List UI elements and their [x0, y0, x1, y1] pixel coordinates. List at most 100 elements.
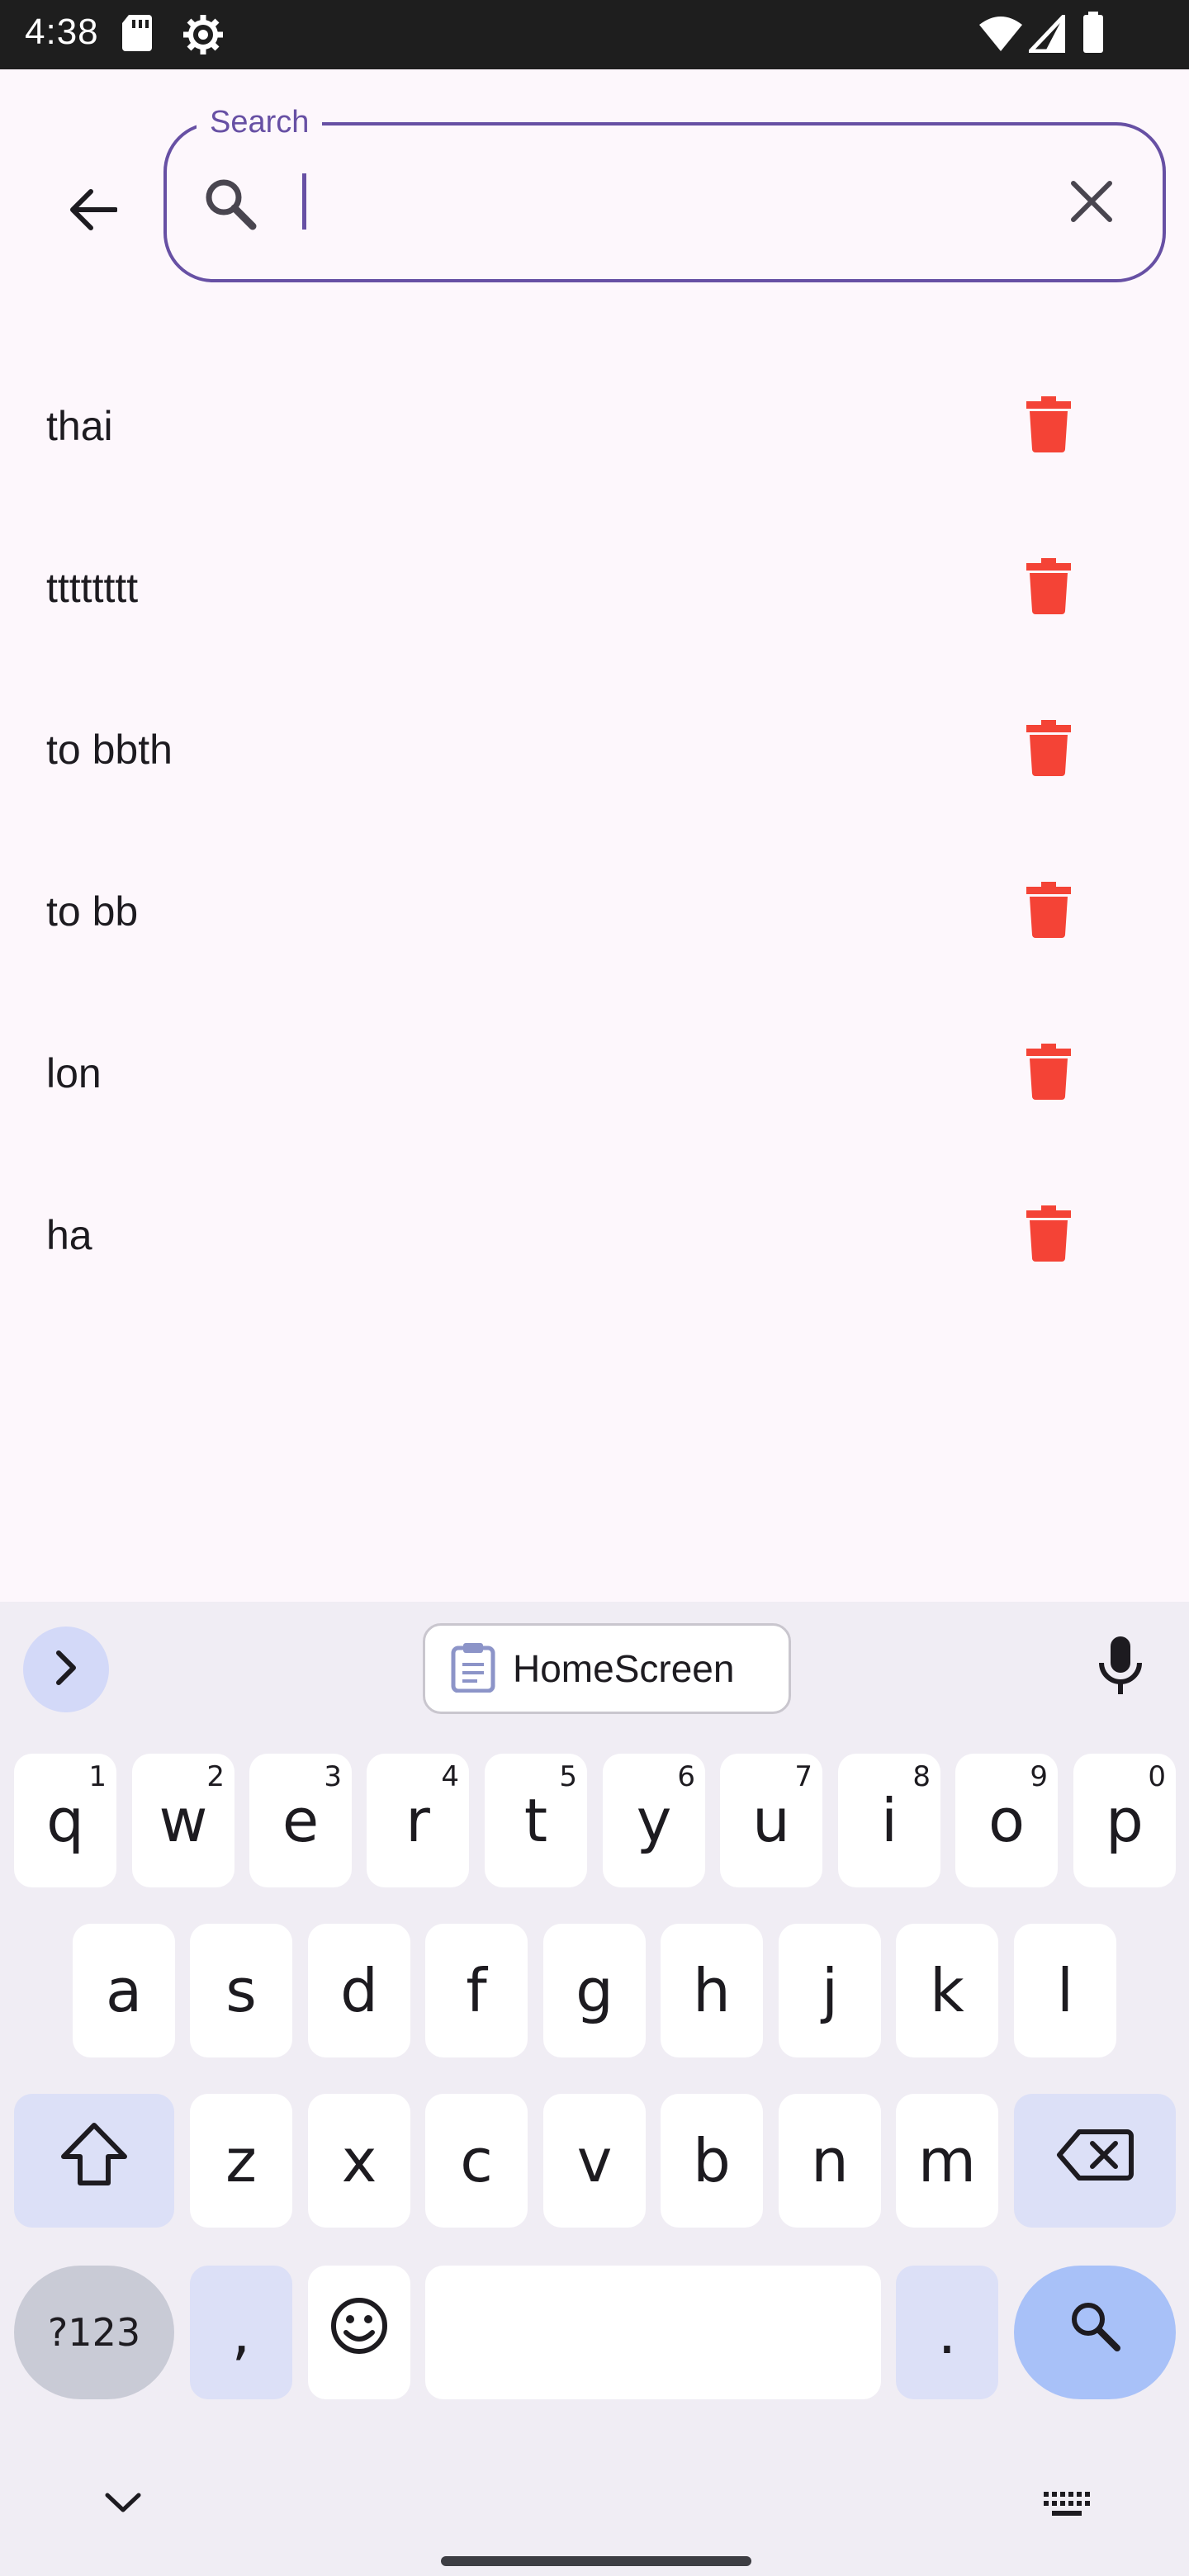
key-t[interactable]: t5: [485, 1754, 587, 1887]
search-input[interactable]: [315, 165, 1017, 239]
emoji-key[interactable]: [308, 2266, 410, 2399]
list-item[interactable]: thai: [0, 345, 1189, 507]
key-i[interactable]: i8: [838, 1754, 940, 1887]
space-key[interactable]: [425, 2266, 881, 2399]
history-item-label: ha: [46, 1212, 92, 1258]
back-button[interactable]: [51, 170, 134, 253]
status-time: 4:38: [25, 12, 99, 52]
voice-input-button[interactable]: [1097, 1635, 1144, 1709]
backspace-key[interactable]: [1014, 2094, 1176, 2228]
key-j[interactable]: j: [779, 1924, 881, 2057]
history-item-label: lon: [46, 1050, 102, 1096]
history-item-label: to bbth: [46, 727, 173, 773]
list-item[interactable]: ha: [0, 1154, 1189, 1316]
key-s[interactable]: s: [190, 1924, 292, 2057]
period-key[interactable]: .: [896, 2266, 998, 2399]
key-a[interactable]: a: [73, 1924, 175, 2057]
history-item-label: tttttttt: [46, 565, 139, 611]
back-arrow-icon: [68, 188, 118, 235]
key-b[interactable]: b: [661, 2094, 763, 2228]
hide-keyboard-button[interactable]: [104, 2490, 142, 2519]
key-x[interactable]: x: [308, 2094, 410, 2228]
search-icon: [201, 175, 259, 237]
key-q[interactable]: q1: [14, 1754, 116, 1887]
delete-button[interactable]: [1007, 717, 1090, 783]
search-field[interactable]: Search: [163, 101, 1166, 282]
list-item[interactable]: to bb: [0, 831, 1189, 992]
backspace-icon: [1056, 2126, 1134, 2195]
key-label: u: [752, 1786, 790, 1855]
trash-icon: [1026, 881, 1071, 942]
sd-card-icon: [121, 13, 155, 57]
emoji-icon: [329, 2296, 389, 2370]
shift-icon: [59, 2122, 130, 2200]
key-k[interactable]: k: [896, 1924, 998, 2057]
key-m[interactable]: m: [896, 2094, 998, 2228]
key-u[interactable]: u7: [720, 1754, 822, 1887]
key-label: e: [282, 1786, 320, 1855]
keyboard-switch-button[interactable]: [1042, 2490, 1090, 2522]
shift-key[interactable]: [14, 2094, 174, 2228]
key-hint: 9: [1030, 1760, 1048, 1793]
key-hint: 6: [677, 1760, 695, 1793]
key-r[interactable]: r4: [367, 1754, 469, 1887]
delete-button[interactable]: [1007, 1202, 1090, 1268]
key-label: q: [46, 1786, 84, 1855]
key-c[interactable]: c: [425, 2094, 528, 2228]
delete-button[interactable]: [1007, 1040, 1090, 1106]
key-label: w: [159, 1786, 208, 1855]
key-hint: 8: [912, 1760, 931, 1793]
history-item-label: thai: [46, 403, 113, 449]
clipboard-chip-label: HomeScreen: [513, 1647, 735, 1690]
key-o[interactable]: o9: [955, 1754, 1058, 1887]
home-indicator[interactable]: [441, 2556, 751, 2566]
key-label: p: [1106, 1786, 1144, 1855]
key-hint: 0: [1148, 1760, 1166, 1793]
key-z[interactable]: z: [190, 2094, 292, 2228]
clear-button[interactable]: [1050, 162, 1133, 244]
list-item[interactable]: lon: [0, 992, 1189, 1154]
key-h[interactable]: h: [661, 1924, 763, 2057]
keyboard-icon: [1042, 2492, 1090, 2522]
navigation-bar: [0, 2469, 1189, 2576]
delete-button[interactable]: [1007, 393, 1090, 459]
search-history-list: thai tttttttt to bbth to bb lon ha: [0, 345, 1189, 1316]
key-hint: 4: [441, 1760, 459, 1793]
key-label: r: [405, 1786, 430, 1855]
list-item[interactable]: tttttttt: [0, 507, 1189, 669]
text-cursor: [302, 173, 306, 230]
key-g[interactable]: g: [543, 1924, 646, 2057]
comma-key[interactable]: ,: [190, 2266, 292, 2399]
keyboard-expand-button[interactable]: [23, 1627, 109, 1712]
key-label: t: [523, 1786, 548, 1855]
settings-icon: [182, 13, 225, 60]
search-label: Search: [197, 101, 323, 144]
key-hint: 2: [206, 1760, 225, 1793]
symbols-key[interactable]: ?123: [14, 2266, 174, 2399]
key-hint: 1: [88, 1760, 107, 1793]
wifi-icon: [978, 15, 1024, 57]
key-n[interactable]: n: [779, 2094, 881, 2228]
trash-icon: [1026, 719, 1071, 780]
key-hint: 7: [794, 1760, 812, 1793]
trash-icon: [1026, 1205, 1071, 1266]
key-label: i: [880, 1786, 898, 1855]
key-l[interactable]: l: [1014, 1924, 1116, 2057]
key-f[interactable]: f: [425, 1924, 528, 2057]
key-hint: 3: [324, 1760, 342, 1793]
delete-button[interactable]: [1007, 878, 1090, 945]
list-item[interactable]: to bbth: [0, 669, 1189, 831]
delete-button[interactable]: [1007, 555, 1090, 621]
key-y[interactable]: y6: [603, 1754, 705, 1887]
close-icon: [1070, 180, 1113, 227]
clipboard-icon: [450, 1641, 496, 1697]
key-w[interactable]: w2: [132, 1754, 234, 1887]
clipboard-suggestion-chip[interactable]: HomeScreen: [423, 1623, 791, 1714]
key-v[interactable]: v: [543, 2094, 646, 2228]
key-e[interactable]: e3: [249, 1754, 352, 1887]
chevron-down-icon: [104, 2493, 142, 2518]
key-d[interactable]: d: [308, 1924, 410, 2057]
search-action-key[interactable]: [1014, 2266, 1176, 2399]
battery-icon: [1082, 12, 1105, 59]
key-p[interactable]: p0: [1073, 1754, 1176, 1887]
